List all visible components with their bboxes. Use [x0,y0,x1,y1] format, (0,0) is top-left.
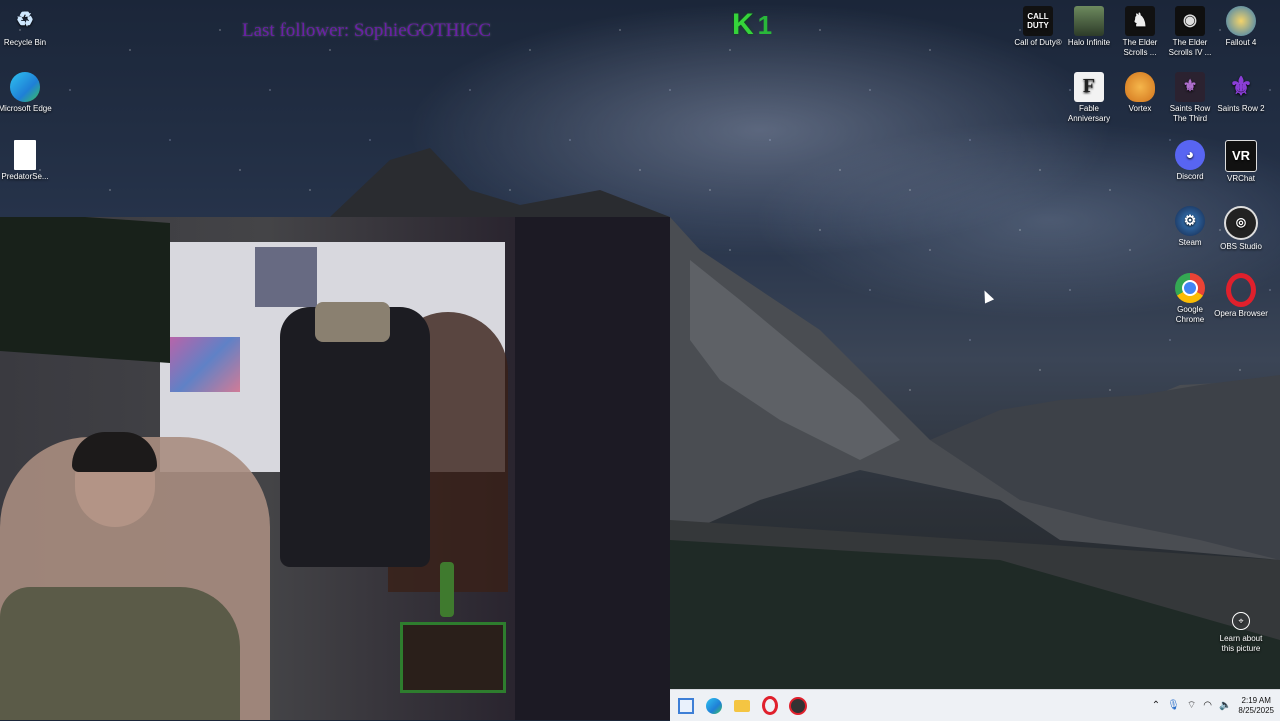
desktop-icon-label: Discord [1176,172,1204,181]
desktop-icon-label: PredatorSe... [1,172,49,181]
last-follower-overlay: Last follower: SophieGOTHICC [242,20,492,41]
desktop-icon-recycle-bin[interactable]: ♻ Recycle Bin [0,6,50,48]
desktop-icon-label: Saints Row The Third [1169,104,1211,123]
elder-scrolls-icon: ♞ [1125,6,1155,36]
network-icon[interactable]: ⌔ [1187,699,1196,712]
desktop-icon-halo-infinite[interactable]: Halo Infinite [1064,6,1114,48]
desktop-icon-elder-scrolls-iv[interactable]: ◉ The Elder Scrolls IV ... [1165,6,1215,57]
desktop-icon-microsoft-edge[interactable]: Microsoft Edge [0,72,52,114]
microphone-icon[interactable]: 🎙 [1167,700,1180,711]
vortex-icon [1125,72,1155,102]
task-view-icon[interactable] [672,690,700,721]
saints-row-third-icon: ⚜ [1175,72,1205,102]
system-tray: ⌃ 🎙 ⌔ ◠ 🔈 2:19 AM 8/25/2025 [1152,696,1280,716]
discord-icon: ◕ [1175,140,1205,170]
recycle-bin-icon: ♻ [16,9,34,32]
chrome-icon [1175,273,1205,303]
halo-infinite-icon [1074,6,1104,36]
camera-icon: ⌖ [1232,612,1250,630]
edge-icon [10,72,40,102]
clock-date: 8/25/2025 [1238,705,1274,715]
opera-icon [1226,273,1256,307]
desktop-icon-steam[interactable]: ⚙ Steam [1165,206,1215,248]
k-counter-overlay: K 1 [732,8,772,42]
desktop-icon-label: Saints Row 2 [1217,104,1265,113]
desktop-icon-predator[interactable]: PredatorSe... [0,140,50,182]
elder-scrolls-iv-icon: ◉ [1175,6,1205,36]
desktop-icon-elder-scrolls[interactable]: ♞ The Elder Scrolls ... [1115,6,1165,57]
steam-icon: ⚙ [1175,206,1205,236]
desktop-icon-fallout-4[interactable]: Fallout 4 [1216,6,1266,48]
file-icon [14,140,36,170]
desktop-icon-vrchat[interactable]: VR VRChat [1216,140,1266,184]
wifi-icon[interactable]: ◠ [1203,700,1212,711]
opera-icon[interactable] [756,690,784,721]
obs-studio-icon: ◎ [1224,206,1258,240]
learn-about-picture-label: Learn about this picture [1219,634,1263,653]
file-explorer-icon[interactable] [728,690,756,721]
desktop-icon-label: Vortex [1128,104,1152,113]
desktop-icon-vortex[interactable]: Vortex [1115,72,1165,114]
edge-icon[interactable] [700,690,728,721]
desktop-icon-label: Fable Anniversary [1067,104,1111,123]
clock[interactable]: 2:19 AM 8/25/2025 [1238,696,1274,716]
desktop-icon-label: Microsoft Edge [0,104,52,113]
desktop-icon-label: The Elder Scrolls ... [1122,38,1158,57]
desktop-icon-label: Opera Browser [1214,309,1268,318]
taskbar: ⌃ 🎙 ⌔ ◠ 🔈 2:19 AM 8/25/2025 [670,689,1280,721]
desktop-icon-label: Call of Duty® [1014,38,1062,47]
desktop-icon-label: Steam [1178,238,1202,247]
call-of-duty-icon: CALL DUTY [1023,6,1053,36]
desktop-icon-saints-row-2[interactable]: ⚜ Saints Row 2 [1216,72,1266,114]
fable-icon: F [1074,72,1104,102]
fallout-4-icon [1226,6,1256,36]
desktop-icon-saints-row-third[interactable]: ⚜ Saints Row The Third [1165,72,1215,123]
desktop-icon-google-chrome[interactable]: Google Chrome [1165,273,1215,324]
app-icon[interactable] [784,690,812,721]
saints-row-2-icon: ⚜ [1229,71,1253,102]
desktop-icon-opera[interactable]: Opera Browser [1214,273,1268,319]
vrchat-icon: VR [1225,140,1257,172]
desktop-icon-label: Recycle Bin [3,38,47,47]
clock-time: 2:19 AM [1241,695,1271,705]
desktop-icon-label: Google Chrome [1175,305,1205,324]
desktop-icon-label: OBS Studio [1220,242,1262,251]
k-letter: K [732,8,754,41]
webcam-overlay [0,217,670,720]
desktop-icon-label: Fallout 4 [1225,38,1257,47]
desktop-icon-discord[interactable]: ◕ Discord [1165,140,1215,182]
k-count: 1 [757,9,773,40]
desktop-icon-label: VRChat [1226,174,1255,183]
desktop-icon-obs-studio[interactable]: ◎ OBS Studio [1216,206,1266,252]
desktop-icon-label: Halo Infinite [1067,38,1111,47]
desktop-icon-fable[interactable]: F Fable Anniversary [1064,72,1114,123]
learn-about-picture[interactable]: ⌖ Learn about this picture [1216,612,1266,654]
desktop-icon-label: The Elder Scrolls IV ... [1168,38,1212,57]
chevron-up-icon[interactable]: ⌃ [1152,700,1160,711]
volume-icon[interactable]: 🔈 [1219,700,1231,711]
desktop-icon-call-of-duty[interactable]: CALL DUTY Call of Duty® [1013,6,1063,48]
